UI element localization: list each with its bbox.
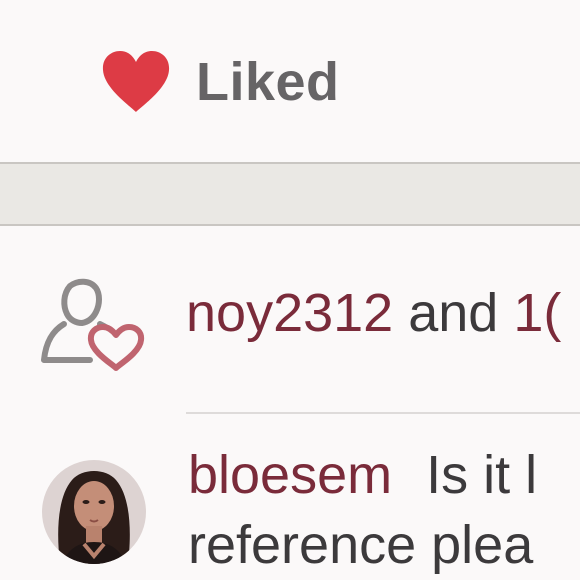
heart-icon [102, 51, 170, 112]
likes-summary: noy2312 and 1( [186, 282, 561, 344]
comment-text-line1: Is it l [426, 445, 538, 505]
avatar[interactable] [42, 460, 146, 564]
like-bar: Liked [0, 0, 580, 162]
liker-username-link[interactable]: noy2312 [186, 283, 393, 343]
comment-first-line: bloesem Is it l [188, 444, 537, 506]
avatar-image [42, 460, 146, 564]
comment-row: bloesem Is it l reference plea [0, 414, 580, 580]
likes-count-link[interactable]: 1( [513, 283, 561, 343]
like-label: Liked [196, 52, 340, 112]
section-divider [0, 162, 580, 226]
likes-connector: and [408, 283, 499, 343]
likers-icon [41, 278, 145, 371]
comment-author-link[interactable]: bloesem [188, 445, 392, 505]
comment-second-line: reference plea [188, 515, 534, 575]
post-detail-screen: Liked noy2312 and 1(bloesem Is it l ref… [0, 0, 580, 580]
likes-row[interactable]: noy2312 and 1( [0, 226, 580, 414]
like-button[interactable]: Liked [100, 46, 340, 118]
